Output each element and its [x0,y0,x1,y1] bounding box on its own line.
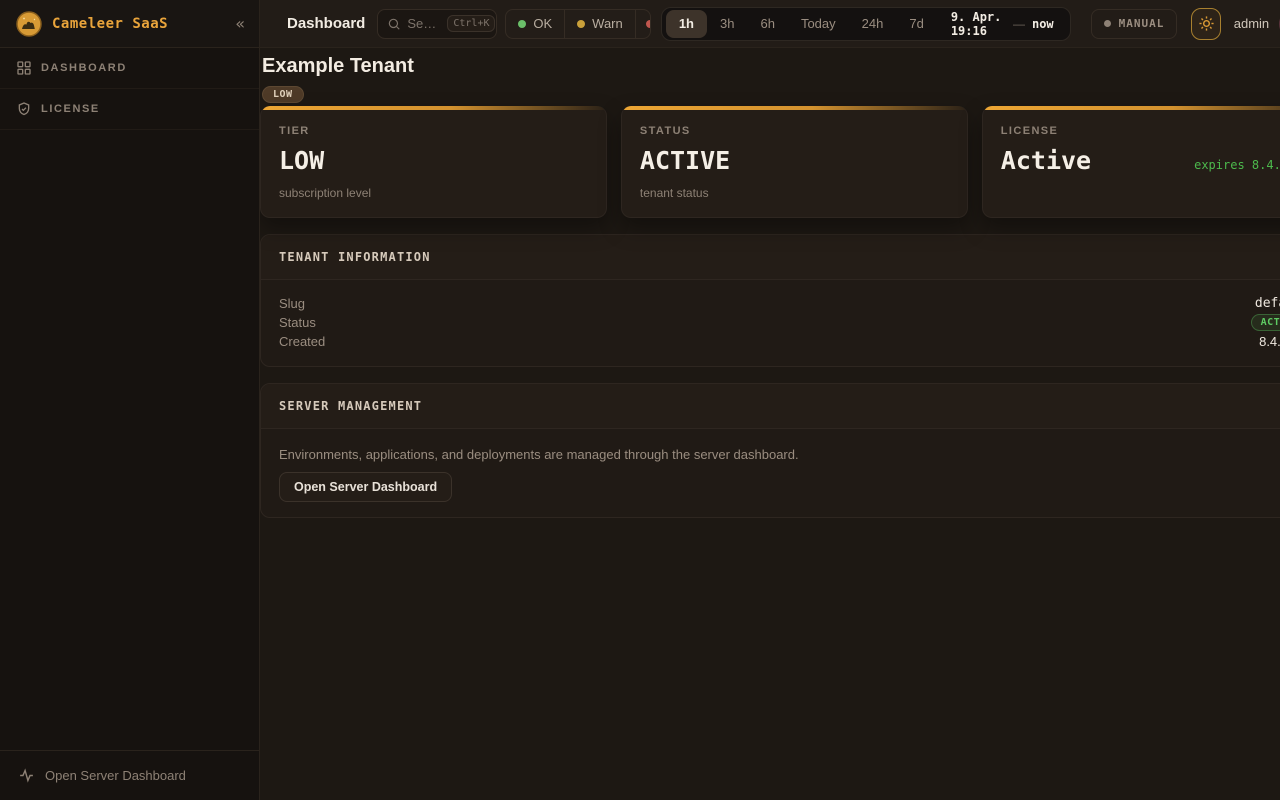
timerange-7d[interactable]: 7d [896,10,936,38]
info-label: Created [279,334,325,349]
app-title: Cameleer SaaS [52,16,225,32]
card-value: LOW [279,146,324,175]
card-tier: TIER LOW subscription level [260,106,607,218]
search-box[interactable]: Ctrl+K [377,9,497,39]
sidebar-nav: DASHBOARD LICENSE [0,48,259,750]
info-value: 8.4.2026 [1259,334,1280,349]
sidebar: Cameleer SaaS « DASHBOARD LICENSE [0,0,260,800]
theme-toggle-button[interactable] [1191,8,1220,40]
server-management-panel: SERVER MANAGEMENT Environments, applicat… [260,383,1280,518]
refresh-mode-label: MANUAL [1119,17,1165,30]
server-management-description: Environments, applications, and deployme… [279,447,1280,462]
main-area: Dashboard Ctrl+K OK Warn [260,0,1280,800]
info-value: default [1255,296,1280,311]
sidebar-footer-label: Open Server Dashboard [45,768,186,783]
timerange-separator: — [1013,17,1025,31]
info-row-slug: Slug default [279,294,1280,313]
panel-body: Environments, applications, and deployme… [261,429,1280,517]
panel-header: TENANT INFORMATION [261,235,1280,280]
search-icon [387,17,401,31]
shield-icon [16,101,32,117]
timerange-today[interactable]: Today [788,10,849,38]
stat-cards: TIER LOW subscription level STATUS ACTIV… [260,106,1280,218]
sidebar-item-label: DASHBOARD [41,62,127,74]
status-filter-label: Warn [592,16,623,31]
sidebar-item-label: LICENSE [41,103,100,115]
sidebar-header: Cameleer SaaS « [0,0,259,48]
panel-title: TENANT INFORMATION [279,250,431,264]
warn-status-dot [577,20,585,28]
card-subtext: subscription level [279,186,588,200]
app-logo [16,11,42,37]
search-input[interactable] [407,16,441,31]
license-expiry-note: expires 8.4.2027 [1194,158,1280,172]
sidebar-item-license[interactable]: LICENSE [0,89,259,130]
timerange-1h[interactable]: 1h [666,10,707,38]
page-title: Dashboard [287,15,365,32]
card-subtext: tenant status [640,186,949,200]
search-shortcut-kbd: Ctrl+K [447,15,495,32]
card-label: LICENSE [1001,125,1280,137]
pulse-icon [18,767,35,784]
refresh-status-dot [1104,20,1111,27]
timerange-from: 9. Apr. 19:16 [951,10,1006,38]
timerange-to: now [1032,17,1054,31]
panel-body: Slug default Status ACTIVE Created 8.4.2… [261,280,1280,366]
status-filter-group: OK Warn [505,9,650,39]
info-row-status: Status ACTIVE [279,313,1280,332]
status-filter-crit[interactable] [636,10,651,38]
info-row-created: Created 8.4.2026 [279,332,1280,351]
info-label: Status [279,315,316,330]
status-filter-label: OK [533,16,552,31]
timerange-24h[interactable]: 24h [849,10,897,38]
card-label: TIER [279,125,588,137]
sun-icon [1198,15,1215,32]
ok-status-dot [518,20,526,28]
content: Example Tenant LOW TIER LOW subscription… [260,48,1280,800]
card-license: LICENSE Active expires 8.4.2027 [982,106,1280,218]
grid-icon [16,60,32,76]
timerange-group: 1h 3h 6h Today 24h 7d 9. Apr. 19:16 — no… [661,7,1071,41]
panel-title: SERVER MANAGEMENT [279,399,422,413]
crit-status-dot [646,20,651,28]
card-value: Active [1001,146,1091,175]
tier-badge: LOW [262,86,304,103]
user-name: admin [1234,16,1269,31]
card-status: STATUS ACTIVE tenant status [621,106,968,218]
tenant-information-panel: TENANT INFORMATION Slug default Status A… [260,234,1280,367]
info-label: Slug [279,296,305,311]
timerange-current[interactable]: 9. Apr. 19:16 — now [937,10,1066,38]
panel-header: SERVER MANAGEMENT [261,384,1280,429]
refresh-mode-button[interactable]: MANUAL [1091,9,1178,39]
topbar: Dashboard Ctrl+K OK Warn [260,0,1280,48]
status-filter-warn[interactable]: Warn [565,10,636,38]
timerange-3h[interactable]: 3h [707,10,747,38]
card-label: STATUS [640,125,949,137]
timerange-6h[interactable]: 6h [747,10,787,38]
status-badge: ACTIVE [1251,314,1280,331]
status-filter-ok[interactable]: OK [506,10,565,38]
open-server-dashboard-button[interactable]: Open Server Dashboard [279,472,452,502]
sidebar-collapse-button[interactable]: « [235,14,245,33]
card-value: ACTIVE [640,146,730,175]
tenant-heading: Example Tenant [262,55,1280,78]
sidebar-footer-open-server-dashboard[interactable]: Open Server Dashboard [0,750,259,800]
sidebar-item-dashboard[interactable]: DASHBOARD [0,48,259,89]
